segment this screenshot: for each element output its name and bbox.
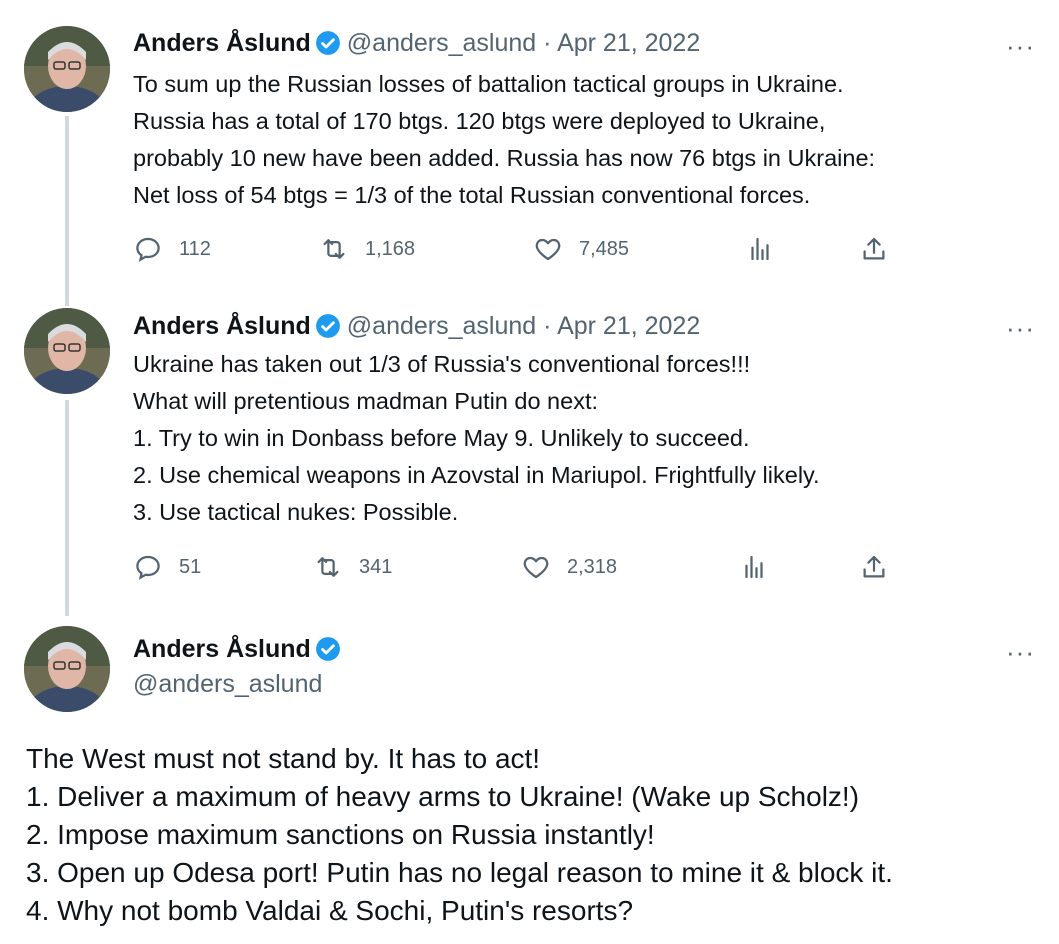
author-name[interactable]: Anders Åslund — [133, 635, 311, 663]
more-options-icon[interactable]: ··· — [1006, 639, 1035, 665]
tweet-text: The West must not stand by. It has to ac… — [26, 743, 893, 926]
avatar[interactable] — [24, 626, 110, 712]
avatar-photo — [24, 626, 110, 712]
tweet-header: Anders Åslund — [133, 633, 347, 665]
tweet-3-focused[interactable]: Anders Åslund @anders_aslund ··· The Wes… — [0, 0, 1059, 944]
verified-badge-icon — [315, 637, 340, 661]
author-handle[interactable]: @anders_aslund — [133, 670, 322, 699]
